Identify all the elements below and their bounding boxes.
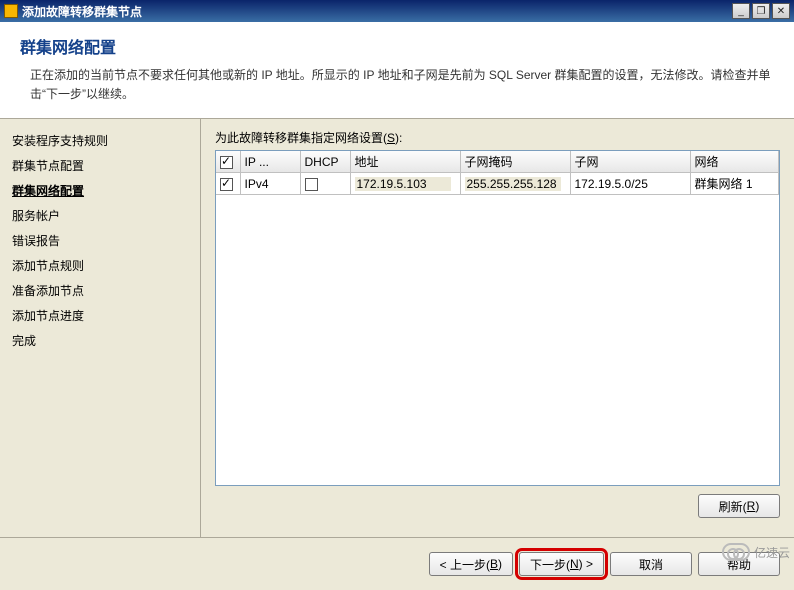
cell-subnet: 172.19.5.0/25 [570,173,690,195]
page-description: 正在添加的当前节点不要求任何其他或新的 IP 地址。所显示的 IP 地址和子网是… [30,66,774,104]
col-header-mask[interactable]: 子网掩码 [460,151,570,173]
row-dhcp-checkbox[interactable] [305,178,318,191]
refresh-prefix: 刷新( [719,498,747,515]
main-panel: 为此故障转移群集指定网络设置(S): IP ... DHCP 地址 子网掩码 子… [200,119,794,537]
network-table: IP ... DHCP 地址 子网掩码 子网 网络 IPv4 172.19.5.… [216,151,779,195]
table-row[interactable]: IPv4 172.19.5.103 255.255.255.128 172.19… [216,173,779,195]
cell-mask: 255.255.255.128 [465,177,561,191]
footer: < 上一步(B) 下一步(N) > 取消 帮助 [0,537,794,590]
next-hotkey: N [570,557,579,571]
sidebar-item-install-rules[interactable]: 安装程序支持规则 [6,129,194,152]
col-header-address[interactable]: 地址 [350,151,460,173]
cell-ip-type: IPv4 [240,173,300,195]
cell-network: 群集网络 1 [690,173,779,195]
sidebar-item-complete[interactable]: 完成 [6,329,194,352]
window-title: 添加故障转移群集节点 [22,3,730,20]
maximize-button[interactable]: ❐ [752,3,770,19]
refresh-hotkey: R [747,499,756,513]
col-header-check[interactable] [216,151,240,173]
sidebar: 安装程序支持规则 群集节点配置 群集网络配置 服务帐户 错误报告 添加节点规则 … [0,119,200,537]
page-title: 群集网络配置 [20,34,774,58]
sidebar-item-service-accounts[interactable]: 服务帐户 [6,204,194,227]
back-hotkey: B [490,557,498,571]
sidebar-item-add-node-rules[interactable]: 添加节点规则 [6,254,194,277]
col-header-dhcp[interactable]: DHCP [300,151,350,173]
app-icon [4,4,18,18]
label-hotkey: S [387,131,395,145]
cancel-button[interactable]: 取消 [610,552,692,576]
sidebar-item-ready-add-node[interactable]: 准备添加节点 [6,279,194,302]
titlebar: 添加故障转移群集节点 _ ❐ ✕ [0,0,794,22]
back-prefix: < 上一步( [440,556,490,573]
sidebar-item-add-node-progress[interactable]: 添加节点进度 [6,304,194,327]
col-header-subnet[interactable]: 子网 [570,151,690,173]
sidebar-item-node-config[interactable]: 群集节点配置 [6,154,194,177]
network-settings-label: 为此故障转移群集指定网络设置(S): [215,129,780,146]
next-button[interactable]: 下一步(N) > [519,552,604,576]
minimize-button[interactable]: _ [732,3,750,19]
refresh-suffix: ) [755,499,759,513]
body: 安装程序支持规则 群集节点配置 群集网络配置 服务帐户 错误报告 添加节点规则 … [0,119,794,537]
header: 群集网络配置 正在添加的当前节点不要求任何其他或新的 IP 地址。所显示的 IP… [0,22,794,119]
col-header-network[interactable]: 网络 [690,151,779,173]
table-header-row: IP ... DHCP 地址 子网掩码 子网 网络 [216,151,779,173]
row-checkbox[interactable] [220,178,233,191]
next-prefix: 下一步( [530,556,570,573]
next-suffix: ) > [579,557,593,571]
help-button[interactable]: 帮助 [698,552,780,576]
label-suffix: ): [395,131,402,145]
sidebar-item-network-config[interactable]: 群集网络配置 [6,179,194,202]
col-header-ip[interactable]: IP ... [240,151,300,173]
network-grid: IP ... DHCP 地址 子网掩码 子网 网络 IPv4 172.19.5.… [215,150,780,486]
back-button[interactable]: < 上一步(B) [429,552,513,576]
label-prefix: 为此故障转移群集指定网络设置( [215,129,387,146]
cell-address: 172.19.5.103 [355,177,451,191]
back-suffix: ) [498,557,502,571]
refresh-button[interactable]: 刷新(R) [698,494,780,518]
sidebar-item-error-reporting[interactable]: 错误报告 [6,229,194,252]
close-button[interactable]: ✕ [772,3,790,19]
header-checkbox[interactable] [220,156,233,169]
